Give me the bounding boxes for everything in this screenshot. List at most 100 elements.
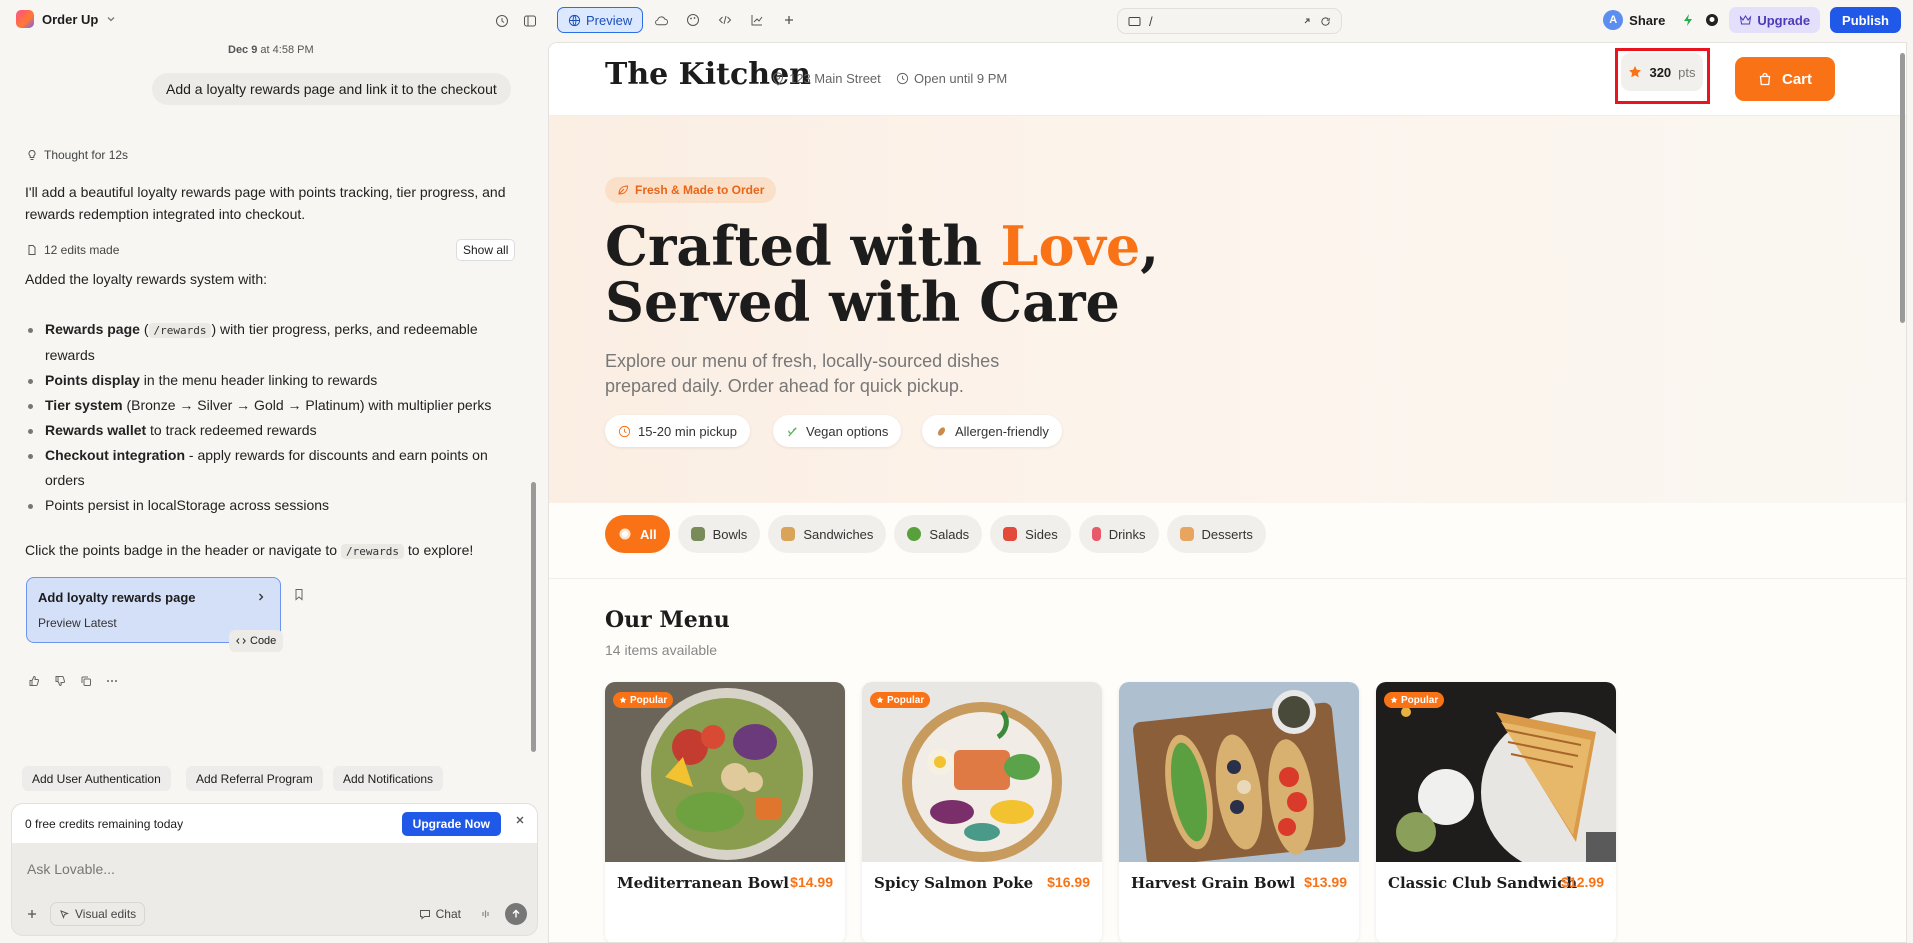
popular-badge: Popular (613, 692, 674, 708)
version-card-subtitle: Preview Latest (38, 616, 117, 630)
lovable-logo (16, 10, 34, 28)
menu-item-card[interactable]: Harvest Grain Bowl $13.99 (1119, 682, 1359, 942)
category-salads[interactable]: Salads (894, 515, 983, 553)
list-item: Checkout integration - apply rewards for… (28, 443, 508, 493)
url-bar[interactable]: / (1117, 8, 1342, 34)
upgrade-now-button[interactable]: Upgrade Now (401, 812, 501, 836)
site-header: The Kitchen 123 Main Street Open until 9… (549, 43, 1906, 116)
divider (549, 578, 1906, 579)
category-label: Sides (1025, 526, 1058, 542)
sandwich-icon (781, 527, 796, 541)
tab-preview[interactable]: Preview (557, 7, 644, 33)
chevron-down-icon[interactable] (106, 14, 116, 24)
menu-item-card[interactable]: Popular Classic Club Sandwich $12.99 (1376, 682, 1616, 942)
share-button[interactable]: A Share (1603, 10, 1665, 30)
avatar: A (1603, 10, 1624, 30)
category-sandwiches[interactable]: Sandwiches (768, 515, 887, 553)
hero-badge: Fresh & Made to Order (605, 177, 777, 203)
chat-composer[interactable]: Ask Lovable... Visual edits Chat (11, 843, 538, 936)
suggestion-chip[interactable]: Add Notifications (333, 766, 444, 791)
project-menu[interactable]: Order Up (16, 10, 116, 28)
user-message: Add a loyalty rewards page and link it t… (152, 73, 511, 105)
thumbs-up-icon[interactable] (28, 675, 40, 687)
open-external-icon[interactable] (1302, 16, 1312, 26)
code-button-label: Code (250, 635, 277, 647)
list-item: Points display in the menu header linkin… (28, 368, 508, 393)
show-all-button[interactable]: Show all (456, 239, 516, 261)
bookmark-icon[interactable] (293, 588, 305, 601)
refresh-icon[interactable] (1320, 16, 1331, 27)
category-bowls[interactable]: Bowls (677, 515, 761, 553)
feature-label: 15-20 min pickup (638, 423, 737, 439)
inline-code: /rewards (148, 323, 212, 338)
copy-icon[interactable] (80, 675, 92, 687)
headline-part: Crafted with (605, 214, 1001, 278)
credits-banner: 0 free credits remaining today Upgrade N… (11, 803, 538, 843)
popular-badge: Popular (1384, 692, 1445, 708)
item-price: $14.99 (790, 874, 833, 890)
timestamp-date: Dec 9 (228, 44, 258, 56)
clock-icon (896, 72, 909, 85)
plus-icon[interactable] (775, 7, 803, 33)
close-icon[interactable] (515, 815, 525, 825)
plus-icon[interactable] (26, 908, 38, 920)
bullet-text: (Bronze → Silver → Gold → Platinum) with… (122, 397, 492, 413)
menu-item-card[interactable]: Popular Spicy Salmon Poke $16.99 (862, 682, 1102, 942)
message-actions (28, 675, 118, 687)
code-icon[interactable] (711, 7, 739, 33)
file-edit-icon (26, 244, 38, 256)
chevron-right-icon (256, 592, 266, 602)
category-all[interactable]: All (605, 515, 670, 553)
code-button[interactable]: Code (229, 630, 284, 652)
category-label: Bowls (712, 526, 748, 542)
list-item: Rewards wallet to track redeemed rewards (28, 418, 508, 443)
analytics-icon[interactable] (743, 7, 771, 33)
upgrade-button[interactable]: Upgrade (1729, 7, 1821, 33)
url-path[interactable]: / (1149, 14, 1294, 29)
code-icon (236, 636, 246, 646)
publish-button[interactable]: Publish (1830, 7, 1901, 33)
suggestion-chip[interactable]: Add User Authentication (22, 766, 171, 791)
cloud-icon[interactable] (647, 7, 675, 33)
more-icon[interactable] (106, 675, 118, 687)
sidebar-toggle-icon[interactable] (521, 12, 539, 30)
send-button[interactable] (505, 903, 527, 925)
palette-icon[interactable] (679, 7, 707, 33)
device-icon[interactable] (1128, 16, 1141, 27)
closing-post: to explore! (407, 542, 474, 558)
bullet-bold: Checkout integration (45, 447, 186, 463)
visual-edits-button[interactable]: Visual edits (50, 902, 146, 926)
item-name: Harvest Grain Bowl (1131, 874, 1296, 892)
thought-label: Thought for 12s (44, 148, 129, 162)
bolt-icon[interactable] (1681, 13, 1695, 27)
github-icon[interactable] (1705, 13, 1719, 27)
microphone-icon[interactable] (481, 908, 493, 920)
project-name[interactable]: Order Up (42, 12, 98, 27)
category-desserts[interactable]: Desserts (1166, 515, 1266, 553)
shopping-bag-icon (1758, 72, 1772, 86)
category-sides[interactable]: Sides (990, 515, 1071, 553)
chat-mode-button[interactable]: Chat (411, 902, 469, 926)
fries-icon (1003, 527, 1018, 541)
suggestion-chip[interactable]: Add Referral Program (186, 766, 323, 791)
history-icon[interactable] (493, 12, 511, 30)
item-price: $13.99 (1304, 874, 1347, 890)
headline-part: Served with Care (605, 270, 1120, 334)
thumbs-down-icon[interactable] (54, 675, 66, 687)
list-item: Rewards page (/rewards) with tier progre… (28, 317, 508, 368)
crown-icon (1739, 14, 1752, 26)
menu-item-card[interactable]: Popular Mediterranean Bowl $14.99 (605, 682, 845, 942)
thought-indicator[interactable]: Thought for 12s (26, 148, 128, 162)
inline-code: /rewards (341, 544, 404, 559)
bullet-text: ( (139, 321, 149, 337)
edits-summary[interactable]: 12 edits made (26, 243, 119, 257)
salad-icon (907, 527, 922, 541)
preview-scrollbar[interactable] (1900, 53, 1905, 323)
chat-input[interactable]: Ask Lovable... (27, 861, 115, 877)
popular-label: Popular (1401, 694, 1439, 706)
chat-scrollbar[interactable] (531, 482, 536, 752)
cart-button[interactable]: Cart (1735, 57, 1835, 101)
bullet-bold: Points display (45, 372, 140, 388)
menu-count: 14 items available (605, 642, 718, 658)
category-drinks[interactable]: Drinks (1078, 515, 1159, 553)
